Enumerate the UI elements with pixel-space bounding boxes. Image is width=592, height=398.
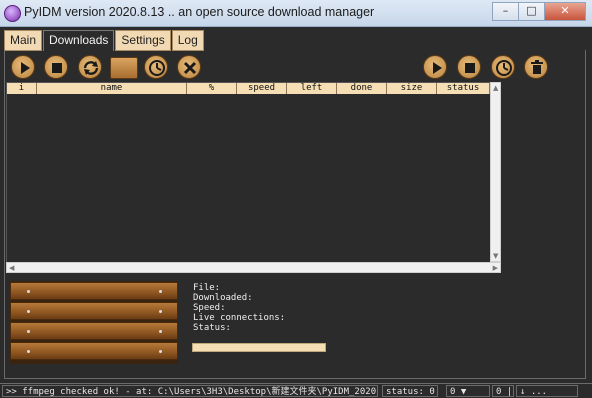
- tab-downloads[interactable]: Downloads: [43, 30, 115, 51]
- pending-count: 0 |: [492, 385, 514, 397]
- scroll-up-icon[interactable]: ▲: [493, 84, 498, 92]
- tab-main[interactable]: Main: [4, 30, 43, 51]
- stop-all-button[interactable]: [457, 55, 481, 79]
- minimize-button[interactable]: –: [492, 2, 518, 21]
- downloads-table[interactable]: i name % speed left done size status: [6, 82, 491, 264]
- file-label: File:: [193, 283, 221, 293]
- trash-icon: [531, 60, 543, 74]
- stop-icon: [52, 63, 62, 73]
- scroll-left-icon[interactable]: ◀: [9, 264, 14, 272]
- window-title: PyIDM version 2020.8.13 .. an open sourc…: [24, 5, 375, 19]
- window-controls: – □ ✕: [492, 2, 586, 21]
- column-header-name[interactable]: name: [37, 83, 187, 94]
- scroll-down-icon[interactable]: ▼: [493, 252, 498, 260]
- clock-icon: [496, 60, 512, 76]
- column-header-size[interactable]: size: [387, 83, 437, 94]
- column-header-index[interactable]: i: [7, 83, 37, 94]
- folder-icon[interactable]: [110, 57, 138, 79]
- title-bar: PyIDM version 2020.8.13 .. an open sourc…: [0, 0, 592, 27]
- downloaded-label: Downloaded:: [193, 293, 253, 303]
- schedule-button[interactable]: [144, 55, 168, 79]
- vertical-scrollbar[interactable]: ▲ ▼: [490, 82, 501, 262]
- maximize-button[interactable]: □: [518, 2, 544, 21]
- clock-icon: [149, 60, 165, 76]
- column-header-left[interactable]: left: [287, 83, 337, 94]
- speed-label: Speed:: [193, 303, 226, 313]
- status-label: Status:: [193, 323, 231, 333]
- speed-indicator: ↓ ...: [516, 385, 578, 397]
- download-progress-bar: [192, 343, 326, 352]
- column-header-status[interactable]: status: [437, 83, 490, 94]
- refresh-icon: [83, 61, 99, 75]
- x-icon: [183, 61, 197, 75]
- scroll-right-icon[interactable]: ▶: [493, 264, 498, 272]
- schedule-all-button[interactable]: [491, 55, 515, 79]
- play-icon: [21, 62, 30, 74]
- table-header: i name % speed left done size status: [7, 83, 490, 94]
- horizontal-scrollbar[interactable]: ◀ ▶: [6, 262, 501, 273]
- column-header-speed[interactable]: speed: [237, 83, 287, 94]
- status-count: status: 0: [382, 385, 438, 397]
- tab-settings[interactable]: Settings: [115, 30, 171, 51]
- tab-log[interactable]: Log: [171, 30, 204, 51]
- wooden-planks-graphic: [10, 281, 178, 364]
- tab-bar: Main Downloads Settings Log: [4, 30, 205, 51]
- resume-all-button[interactable]: [423, 55, 447, 79]
- app-icon: [4, 5, 21, 22]
- active-downloads-count: 0 ▼: [446, 385, 490, 397]
- download-info: File: Downloaded: Speed: Live connection…: [193, 283, 285, 333]
- delete-all-button[interactable]: [524, 55, 548, 79]
- live-connections-label: Live connections:: [193, 313, 286, 323]
- play-icon: [433, 62, 442, 74]
- resume-button[interactable]: [11, 55, 35, 79]
- status-log-text: >> ffmpeg checked ok! - at: C:\Users\3H3…: [2, 385, 378, 397]
- column-header-percent[interactable]: %: [187, 83, 237, 94]
- refresh-button[interactable]: [78, 55, 102, 79]
- stop-icon: [465, 63, 475, 73]
- status-bar: >> ffmpeg checked ok! - at: C:\Users\3H3…: [0, 383, 592, 398]
- delete-button[interactable]: [177, 55, 201, 79]
- column-header-done[interactable]: done: [337, 83, 387, 94]
- stop-button[interactable]: [44, 55, 68, 79]
- close-button[interactable]: ✕: [544, 2, 586, 21]
